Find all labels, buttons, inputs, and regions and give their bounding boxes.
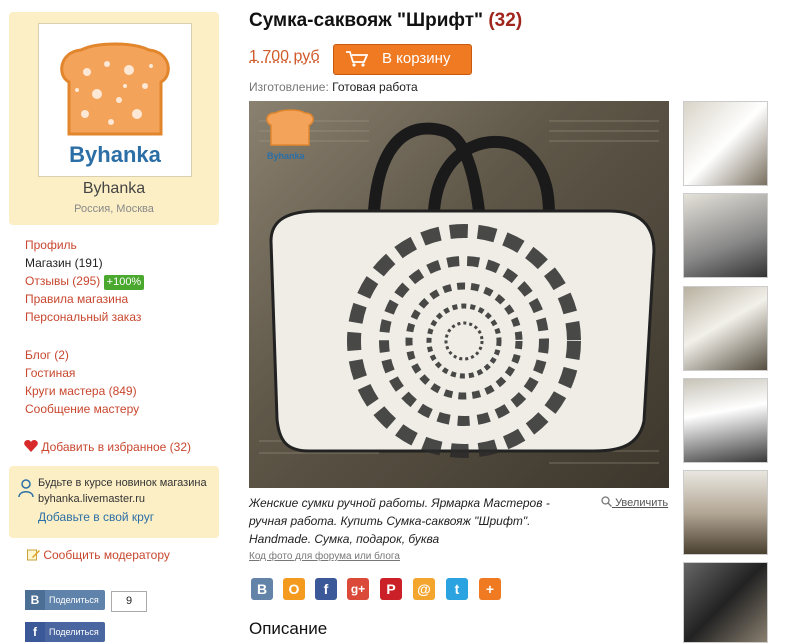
pinterest-icon[interactable]: P	[380, 578, 402, 600]
add-to-cart-button[interactable]: В корзину	[333, 44, 472, 75]
menu-item-store[interactable]: Магазин (191)	[25, 256, 103, 270]
photo-watermark: Byhanka	[267, 151, 305, 161]
shop-menu: Профиль Магазин (191) Отзывы (295) +100%…	[25, 236, 145, 326]
favorites-count: (32)	[488, 10, 523, 31]
shop-card: Byhanka Byhanka Россия, Москва	[9, 12, 219, 225]
menu-item-circles[interactable]: Круги мастера (849)	[25, 384, 137, 398]
favorites-row[interactable]: Добавить в избранное (32)	[24, 438, 191, 456]
shop-menu-secondary: Блог (2) Гостиная Круги мастера (849) Со…	[25, 346, 139, 418]
manufacture-info: Изготовление: Готовая работа	[249, 80, 418, 94]
thumbnail-3[interactable]	[683, 286, 768, 371]
product-price: 1 700 руб	[249, 48, 320, 65]
product-title: Сумка-саквояж "Шрифт" (32)	[249, 10, 523, 31]
vk-share-button[interactable]: B Поделиться	[25, 590, 105, 610]
bag-photo-icon	[259, 109, 659, 464]
vk-icon[interactable]: B	[251, 578, 273, 600]
fb-share-button[interactable]: f Поделиться	[25, 622, 105, 642]
reviews-badge: +100%	[103, 275, 145, 290]
thumbnail-2[interactable]	[683, 193, 768, 278]
menu-item-profile[interactable]: Профиль	[25, 238, 77, 252]
facebook-icon[interactable]: f	[315, 578, 337, 600]
menu-item-lounge[interactable]: Гостиная	[25, 366, 75, 380]
heart-icon	[24, 440, 38, 452]
shop-name[interactable]: Byhanka	[9, 180, 219, 198]
mail-icon[interactable]: @	[413, 578, 435, 600]
shop-location: Россия, Москва	[74, 203, 154, 215]
add-to-favorites-link[interactable]: Добавить в избранное (32)	[41, 440, 191, 454]
menu-item-reviews[interactable]: Отзывы (295)	[25, 274, 100, 288]
vk-icon: B	[25, 590, 45, 610]
news-domain: byhanka.livemaster.ru	[38, 493, 145, 505]
zoom-link[interactable]: Увеличить	[601, 496, 668, 509]
pencil-icon	[27, 549, 40, 561]
news-text: Будьте в курсе новинок магазина	[38, 477, 207, 489]
user-add-icon	[18, 479, 34, 498]
cart-icon	[346, 51, 368, 67]
twitter-icon[interactable]: t	[446, 578, 468, 600]
facebook-icon: f	[25, 622, 45, 642]
photo-caption: Женские сумки ручной работы. Ярмарка Мас…	[249, 496, 550, 546]
magnifier-icon	[601, 496, 612, 507]
odnoklassniki-icon[interactable]: О	[283, 578, 305, 600]
thumbnail-6[interactable]	[683, 562, 768, 643]
news-subscribe-card: Будьте в курсе новинок магазина byhanka.…	[9, 466, 219, 538]
google-plus-icon[interactable]: g+	[347, 578, 369, 600]
thumbnail-5[interactable]	[683, 470, 768, 555]
add-circle-link[interactable]: Добавьте в свой круг	[38, 510, 154, 524]
menu-item-rules[interactable]: Правила магазина	[25, 292, 128, 306]
menu-item-custom-order[interactable]: Персональный заказ	[25, 310, 141, 324]
report-moderator-link[interactable]: Сообщить модератору	[43, 548, 170, 562]
shop-logo[interactable]: Byhanka	[38, 23, 192, 177]
plus-icon[interactable]: +	[479, 578, 501, 600]
report-moderator[interactable]: Сообщить модератору	[27, 548, 170, 562]
bread-logo-icon	[60, 42, 170, 136]
logo-text: Byhanka	[69, 142, 161, 167]
menu-item-blog[interactable]: Блог (2)	[25, 348, 69, 362]
thumbnail-1[interactable]	[683, 101, 768, 186]
vk-share-count: 9	[111, 591, 147, 612]
thumbnail-4[interactable]	[683, 378, 768, 463]
description-heading: Описание	[249, 619, 328, 638]
menu-item-message[interactable]: Сообщение мастеру	[25, 402, 139, 416]
forum-code-link[interactable]: Код фото для форума или блога	[249, 551, 400, 562]
product-main-photo[interactable]: Byhanka	[249, 101, 669, 488]
